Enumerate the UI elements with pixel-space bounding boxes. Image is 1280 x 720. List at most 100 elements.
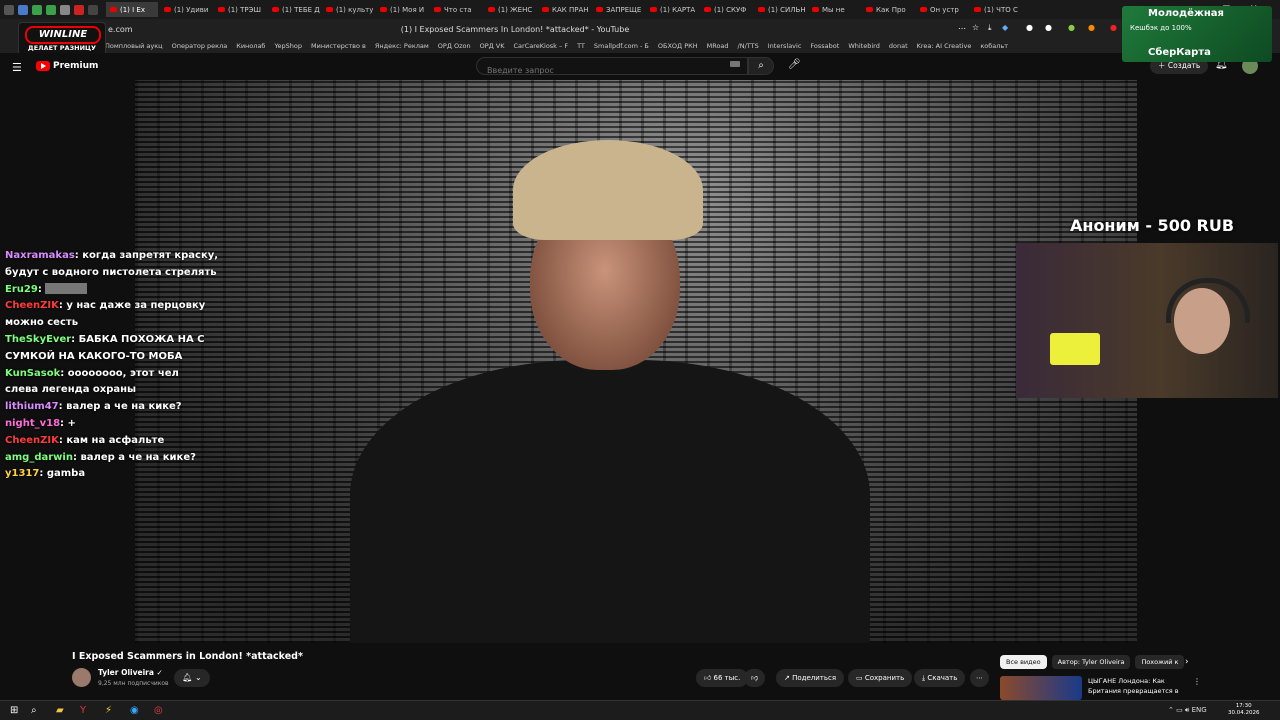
bookmark-item[interactable]: Министерство в	[311, 42, 366, 50]
channel-name[interactable]: Tyler Oliveira ✓	[98, 668, 163, 677]
bookmark-item[interactable]: MRoad	[707, 42, 729, 50]
file-explorer-icon[interactable]: ▰	[56, 705, 64, 716]
tab-group-icon[interactable]	[32, 4, 42, 15]
browser-taskbar-icon[interactable]: Y	[80, 705, 86, 716]
browser-tab[interactable]: (1) Удиви	[160, 2, 212, 17]
browser-tab[interactable]: (1) ТЕБЕ Д	[268, 2, 320, 17]
bookmark-item[interactable]: кобальт	[980, 42, 1008, 50]
app-taskbar-icon[interactable]: ◉	[130, 705, 139, 716]
download-icon[interactable]: ⤓	[988, 23, 992, 33]
filter-chip[interactable]: Все видео	[1000, 655, 1047, 669]
bookmark-item[interactable]: ОРД VK	[480, 42, 505, 50]
filter-chip[interactable]: Похожий к	[1135, 655, 1185, 669]
more-vert-icon[interactable]: ⋮	[1193, 677, 1201, 686]
more-actions-button[interactable]: ⋯	[970, 669, 989, 687]
chevron-right-icon[interactable]: ›	[1185, 657, 1189, 667]
bookmark-item[interactable]: Krea: AI Creative	[917, 42, 972, 50]
browser-tab-label: Он устр	[930, 5, 959, 14]
browser-tab[interactable]: (1) культу	[322, 2, 374, 17]
browser-tab[interactable]: Как Про	[862, 2, 914, 17]
microphone-icon[interactable]: 🎤︎	[788, 59, 801, 70]
share-button[interactable]: ↗ Поделиться	[776, 669, 845, 687]
filter-chip[interactable]: Автор: Tyler Oliveira	[1051, 655, 1131, 669]
keyboard-icon[interactable]	[730, 61, 740, 67]
bookmark-item[interactable]: CarCareKiosk – F	[514, 42, 569, 50]
streamer-webcam	[1016, 243, 1278, 398]
download-button[interactable]: ⤓ Скачать	[914, 669, 966, 687]
bookmark-item[interactable]: Помпловый аукц	[105, 42, 163, 50]
browser-tab[interactable]: (1) I Ex	[106, 2, 158, 17]
thumbs-down-icon: 👎︎	[751, 674, 759, 682]
youtube-favicon-icon	[596, 7, 603, 12]
language-indicator[interactable]: ENG	[1192, 706, 1207, 714]
hamburger-menu-icon[interactable]: ☰	[12, 61, 22, 74]
search-icon: ⌕	[758, 60, 764, 71]
extension-icon[interactable]: ●	[1026, 23, 1033, 32]
youtube-logo[interactable]: Premium	[36, 61, 98, 71]
tab-group-icon[interactable]	[74, 4, 84, 15]
search-button[interactable]: ⌕	[748, 57, 774, 75]
system-clock[interactable]: 17:30 30.04.2026	[1228, 703, 1260, 717]
tab-group-icon[interactable]	[46, 4, 56, 15]
video-player[interactable]	[135, 80, 1137, 643]
bookmark-item[interactable]: Оператор рекла	[172, 42, 228, 50]
browser-tab[interactable]: Что ста	[430, 2, 482, 17]
youtube-favicon-icon	[434, 7, 441, 12]
chat-text: gamba	[46, 468, 86, 480]
extension-icon[interactable]: ●	[1088, 23, 1095, 32]
bookmark-item[interactable]: /N/TTS	[738, 42, 759, 50]
browser-tab[interactable]: (1) ЧТО С	[970, 2, 1022, 17]
bookmark-item[interactable]: ОБХОД РКН	[658, 42, 698, 50]
chat-message: CheenZIK: у нас даже за перцовку	[5, 298, 225, 315]
bookmark-item[interactable]: Кинолаб	[236, 42, 265, 50]
browser-tab-label: (1) I Ex	[120, 5, 145, 14]
browser-tab[interactable]: Мы не	[808, 2, 860, 17]
search-box	[476, 57, 748, 76]
bookmark-item[interactable]: Fossabot	[810, 42, 839, 50]
browser-tab[interactable]: ЗАПРЕЩЕ	[592, 2, 644, 17]
search-input[interactable]	[485, 65, 719, 76]
extension-icon[interactable]: ●	[1068, 23, 1075, 32]
dislike-button[interactable]: 👎︎	[744, 669, 766, 687]
channel-avatar[interactable]	[72, 668, 91, 687]
bookmark-item[interactable]: Smallpdf.com - Б	[594, 42, 649, 50]
bookmark-icon[interactable]: ☆	[972, 23, 979, 32]
browser-tab[interactable]: (1) ЖЕНС	[484, 2, 536, 17]
youtube-favicon-icon	[920, 7, 927, 12]
save-button[interactable]: ▭ Сохранить	[848, 669, 913, 687]
extension-icon[interactable]: ◆	[1002, 23, 1008, 32]
browser-menu-icon[interactable]	[4, 4, 14, 15]
tab-group-icon[interactable]	[18, 4, 28, 15]
recommended-thumbnail[interactable]	[1000, 676, 1082, 700]
bookmark-item[interactable]: Яндекс: Реклам	[375, 42, 429, 50]
more-icon[interactable]: ⋯	[958, 24, 966, 33]
bookmark-item[interactable]: YepShop	[274, 42, 302, 50]
bookmark-item[interactable]: Interslavic	[768, 42, 802, 50]
bookmark-item[interactable]: donat	[889, 42, 908, 50]
browser-tab[interactable]: КАК ПРАН	[538, 2, 590, 17]
bookmark-item[interactable]: Whitebird	[848, 42, 880, 50]
tray-icons[interactable]: ⌃ ▭ 🔊︎ ENG	[1168, 706, 1207, 715]
search-icon[interactable]: ⌕	[31, 705, 37, 716]
share-label: Поделиться	[792, 674, 837, 682]
chat-username: Eru29	[5, 283, 38, 295]
browser-tab[interactable]: Он устр	[916, 2, 968, 17]
bookmark-item[interactable]: TT	[577, 42, 585, 50]
like-button[interactable]: 👍︎ 66 тыс.	[696, 669, 749, 687]
browser-tab[interactable]: (1) СКУФ	[700, 2, 752, 17]
bookmark-item[interactable]: ОРД Ozon	[438, 42, 471, 50]
subscribe-bell-button[interactable]: 🔔︎ ⌄	[174, 669, 210, 687]
chat-message: можно сесть	[5, 315, 225, 332]
browser-tab[interactable]: (1) ТРЭШ	[214, 2, 266, 17]
browser-tab[interactable]: (1) КАРТА	[646, 2, 698, 17]
extension-icon[interactable]: ●	[1045, 23, 1052, 32]
extension-icon[interactable]: ●	[1110, 23, 1117, 32]
taskbar: ⊞ ⌕ ▰ Y ⚡ ◉ ◎ ⌃ ▭ 🔊︎ ENG 17:30 30.04.202…	[0, 700, 1280, 720]
browser-tab[interactable]: (1) СИЛЬН	[754, 2, 806, 17]
tab-group-icon[interactable]	[88, 4, 98, 15]
browser-tab[interactable]: (1) Моя И	[376, 2, 428, 17]
obs-icon[interactable]: ◎	[154, 705, 163, 716]
app-taskbar-icon[interactable]: ⚡	[105, 705, 112, 716]
tab-group-icon[interactable]	[60, 4, 70, 15]
windows-start-icon[interactable]: ⊞	[10, 705, 18, 716]
